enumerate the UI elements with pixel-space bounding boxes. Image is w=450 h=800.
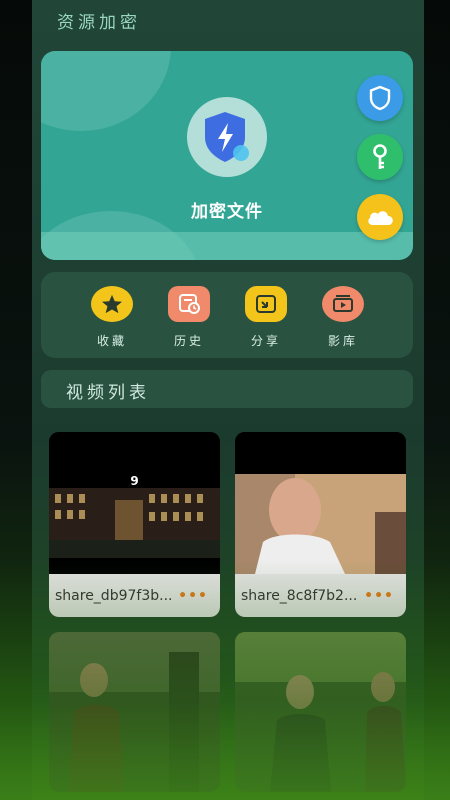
video-name: share_db97f3b...: [55, 587, 173, 604]
key-icon: [373, 144, 387, 169]
video-overlay-number: 9: [130, 474, 139, 488]
video-card[interactable]: [49, 632, 220, 792]
key-button[interactable]: [357, 134, 403, 180]
history-icon: [168, 286, 210, 322]
action-label: 影库: [327, 334, 358, 348]
share-icon: [245, 286, 287, 322]
action-share[interactable]: 分享: [236, 286, 296, 349]
action-label: 分享: [250, 334, 281, 348]
film-library-icon: [322, 286, 364, 322]
video-thumbnail: [49, 632, 220, 792]
action-history[interactable]: 历史: [159, 286, 219, 349]
decorative-blob: [41, 51, 171, 131]
cloud-button[interactable]: [357, 194, 403, 240]
video-thumbnail: [235, 432, 406, 574]
video-card-footer: share_db97f3b... •••: [49, 574, 220, 617]
video-thumbnail: [235, 632, 406, 792]
shield-icon: [369, 85, 391, 111]
page-title: 资源加密: [57, 13, 141, 33]
video-thumbnail: [49, 432, 220, 574]
video-list-header: 视频列表: [41, 370, 413, 408]
action-label: 历史: [173, 334, 204, 348]
action-label: 收藏: [96, 334, 127, 348]
more-options-button[interactable]: •••: [178, 588, 208, 604]
video-card-footer: share_8c8f7b2... •••: [235, 574, 406, 617]
security-button[interactable]: [357, 75, 403, 121]
quick-actions-bar: 收藏 历史 分享 影库: [41, 272, 413, 358]
video-card[interactable]: [235, 632, 406, 792]
video-card[interactable]: share_8c8f7b2... •••: [235, 432, 406, 617]
action-favorites[interactable]: 收藏: [82, 286, 142, 349]
video-card[interactable]: 9 share_db97f3b... •••: [49, 432, 220, 617]
action-film-library[interactable]: 影库: [313, 286, 373, 349]
more-options-button[interactable]: •••: [364, 588, 394, 604]
video-name: share_8c8f7b2...: [241, 587, 358, 604]
cloud-icon: [368, 211, 393, 225]
encrypt-file-icon: [187, 97, 267, 177]
star-icon: [91, 286, 133, 322]
decorative-band: [41, 232, 413, 260]
section-title: 视频列表: [66, 383, 150, 403]
